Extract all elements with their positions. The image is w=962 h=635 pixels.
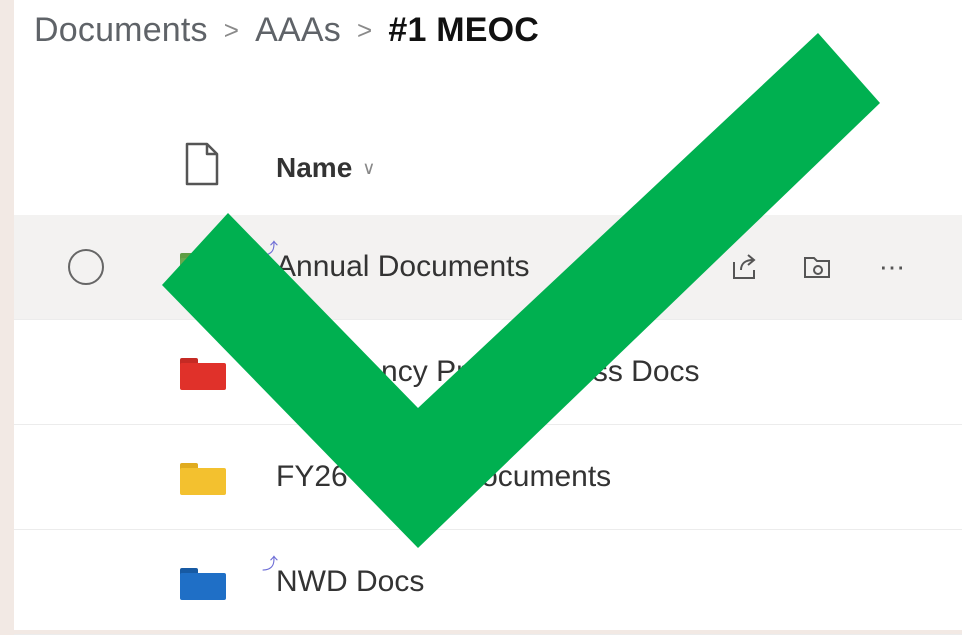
share-icon[interactable] [726, 249, 762, 285]
row-select-radio[interactable] [68, 249, 104, 285]
chevron-down-icon: ∨ [362, 157, 376, 178]
list-item[interactable]: Emergency Preparedness Docs [14, 320, 962, 425]
list-item-name[interactable]: Annual Documents [276, 250, 529, 284]
folder-icon [180, 358, 226, 390]
breadcrumb-separator: > [223, 14, 240, 45]
list-item[interactable]: ⤴ Annual Documents ⋯ [14, 215, 962, 320]
more-options-icon[interactable]: ⋯ [874, 249, 910, 285]
folder-icon [180, 253, 226, 285]
name-column-header[interactable]: Name ∨ [276, 152, 375, 184]
breadcrumb-current: #1 MEOC [388, 10, 540, 49]
row-actions: ⋯ [726, 249, 910, 285]
file-list: ⤴ Annual Documents ⋯ Emergency Preparedn… [14, 215, 962, 635]
folder-icon [180, 568, 226, 600]
breadcrumb-item-documents[interactable]: Documents [34, 11, 208, 50]
breadcrumb: Documents > AAAs > #1 MEOC [34, 8, 539, 52]
folder-icon [180, 463, 226, 495]
list-item[interactable]: ⤴ NWD Docs [14, 530, 962, 635]
breadcrumb-separator: > [357, 14, 373, 45]
list-item-name[interactable]: NWD Docs [276, 565, 424, 599]
list-item[interactable]: FY26 Budget Documents [14, 425, 962, 530]
move-to-folder-icon[interactable] [800, 249, 836, 285]
name-column-label: Name [276, 152, 353, 183]
breadcrumb-item-aaas[interactable]: AAAs [255, 11, 341, 50]
list-item-name[interactable]: FY26 Budget Documents [276, 460, 611, 494]
list-item-name[interactable]: Emergency Preparedness Docs [276, 355, 700, 389]
column-header-row: Name ∨ [14, 112, 962, 212]
file-type-icon [185, 142, 219, 186]
